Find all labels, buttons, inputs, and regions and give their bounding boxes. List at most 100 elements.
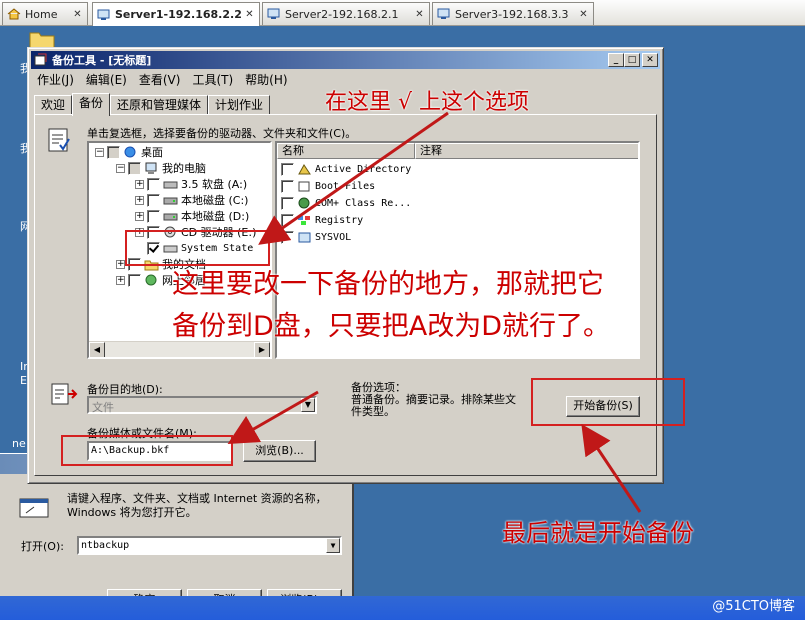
scroll-left-icon[interactable]: ◀ <box>89 342 105 357</box>
list-item[interactable]: Boot Files <box>281 178 375 194</box>
tab-server3[interactable]: Server3-192.168.3.3 ✕ <box>432 2 594 25</box>
tab-server1[interactable]: Server1-192.168.2.2 ✕ <box>92 2 260 26</box>
window-title: 备份工具 - [无标题] <box>52 54 152 67</box>
tree-node-c[interactable]: + 本地磁盘 (C:) <box>135 192 248 208</box>
run-description: 请键入程序、文件夹、文档或 Internet 资源的名称，Windows 将为您… <box>67 492 327 519</box>
menu-view[interactable]: 查看(V) <box>133 71 187 88</box>
computer-icon <box>145 162 157 174</box>
tree-checkbox[interactable] <box>107 145 120 159</box>
minimize-button[interactable]: _ <box>608 53 624 67</box>
list-item[interactable]: Active Directory <box>281 161 411 177</box>
tree-node-desktop[interactable]: − 桌面 <box>95 144 163 160</box>
window-titlebar[interactable]: 备份工具 - [无标题] _ □ ✕ <box>31 51 660 69</box>
vm-tab-strip: Home ✕ Server1-192.168.2.2 ✕ Server2-192… <box>0 0 805 26</box>
run-open-input[interactable]: ntbackup ▼ <box>77 536 342 555</box>
desktop-label: ne <box>12 437 26 450</box>
list-checkbox[interactable] <box>281 162 294 176</box>
tree-checkbox[interactable] <box>128 161 141 175</box>
annotation-bottom: 最后就是开始备份 <box>502 519 694 547</box>
tree-checkbox[interactable] <box>147 209 160 223</box>
instruction-text: 单击复选框，选择要备份的驱动器、文件夹和文件(C)。 <box>87 127 357 140</box>
vm-icon <box>97 9 110 20</box>
tab-server1-label: Server1-192.168.2.2 <box>115 8 242 21</box>
window-tabs: 欢迎 备份 还原和管理媒体 计划作业 <box>34 93 271 116</box>
tab-backup[interactable]: 备份 <box>72 93 111 116</box>
list-checkbox[interactable] <box>281 213 294 227</box>
tab-server2[interactable]: Server2-192.168.2.1 ✕ <box>262 2 430 25</box>
tree-checkbox[interactable] <box>128 273 141 287</box>
chevron-down-icon[interactable]: ▼ <box>301 398 315 412</box>
tree-label: 3.5 软盘 (A:) <box>181 178 248 191</box>
tab-home[interactable]: Home ✕ <box>2 2 88 25</box>
tree-label: 我的电脑 <box>162 162 206 175</box>
annotation-middle-1: 这里要改一下备份的地方，那就把它 <box>172 269 604 300</box>
system-state-highlight <box>125 230 270 266</box>
run-open-value: ntbackup <box>81 540 130 551</box>
tree-node-d[interactable]: + 本地磁盘 (D:) <box>135 208 249 224</box>
tree-node-my-computer[interactable]: − 我的电脑 <box>116 160 206 176</box>
list-item[interactable]: COM+ Class Re... <box>281 195 411 211</box>
close-icon[interactable]: ✕ <box>578 9 589 20</box>
list-item[interactable]: SYSVOL <box>281 229 351 245</box>
options-text: 普通备份。摘要记录。排除某些文件类型。 <box>351 393 516 418</box>
menu-tools[interactable]: 工具(T) <box>186 71 239 88</box>
list-item-label: Boot Files <box>315 180 376 192</box>
desktop-icon <box>124 146 136 157</box>
menu-help[interactable]: 帮助(H) <box>239 71 293 88</box>
list-checkbox[interactable] <box>281 196 294 210</box>
hard-disk-icon <box>163 213 178 220</box>
desktop-label: E <box>20 374 27 387</box>
browse-button[interactable]: 浏览(B)... <box>243 440 316 462</box>
tab-server3-label: Server3-192.168.3.3 <box>455 7 569 21</box>
tab-home-label: Home <box>25 7 58 21</box>
annotation-top: 在这里 √ 上这个选项 <box>325 90 530 115</box>
list-item-label: Registry <box>315 214 364 226</box>
expand-icon[interactable]: + <box>135 211 144 221</box>
chevron-down-icon[interactable]: ▼ <box>326 538 340 553</box>
annotation-middle-2: 备份到D盘，只要把A改为D就行了。 <box>172 311 611 342</box>
destination-label: 备份目的地(D): <box>87 383 163 396</box>
collapse-icon[interactable]: − <box>116 163 125 173</box>
home-icon <box>7 8 21 20</box>
collapse-icon[interactable]: − <box>95 147 104 157</box>
expand-icon[interactable]: + <box>135 179 144 189</box>
list-item-label: Active Directory <box>315 163 412 175</box>
tab-schedule[interactable]: 计划作业 <box>208 95 271 115</box>
expand-icon[interactable]: + <box>116 259 125 269</box>
maximize-button[interactable]: □ <box>624 53 640 67</box>
close-icon[interactable]: ✕ <box>414 9 425 20</box>
taskbar <box>0 596 805 620</box>
boot-files-icon <box>298 181 310 191</box>
tab-restore[interactable]: 还原和管理媒体 <box>110 95 209 115</box>
column-comment[interactable]: 注释 <box>415 143 638 159</box>
checklist-icon <box>48 128 70 152</box>
close-button[interactable]: ✕ <box>642 53 658 67</box>
list-checkbox[interactable] <box>281 230 294 244</box>
column-name[interactable]: 名称 <box>277 143 415 159</box>
open-label: 打开(O): <box>21 540 64 553</box>
vm-icon <box>437 8 450 19</box>
expand-icon[interactable]: + <box>135 195 144 205</box>
tree-checkbox[interactable] <box>147 193 160 207</box>
tab-welcome[interactable]: 欢迎 <box>34 95 73 115</box>
list-item-label: SYSVOL <box>315 231 352 243</box>
destination-icon <box>51 383 78 405</box>
expand-icon[interactable]: + <box>116 275 125 285</box>
active-directory-icon <box>298 163 311 174</box>
close-icon[interactable]: ✕ <box>72 9 83 20</box>
close-icon[interactable]: ✕ <box>244 9 255 20</box>
start-highlight <box>531 378 685 426</box>
watermark: @51CTO博客 <box>712 599 795 614</box>
destination-combo[interactable]: 文件 ▼ <box>87 396 317 414</box>
list-item[interactable]: Registry <box>281 212 363 228</box>
tree-label: 本地磁盘 (C:) <box>181 194 249 207</box>
menu-edit[interactable]: 编辑(E) <box>80 71 133 88</box>
tree-node-floppy[interactable]: + 3.5 软盘 (A:) <box>135 176 247 192</box>
backup-options: 备份选项： 普通备份。摘要记录。排除某些文件类型。 <box>351 382 521 418</box>
list-item-label: COM+ Class Re... <box>315 197 412 209</box>
list-checkbox[interactable] <box>281 179 294 193</box>
media-highlight <box>61 435 233 466</box>
registry-icon <box>298 215 310 225</box>
tree-checkbox[interactable] <box>147 177 160 191</box>
menu-job[interactable]: 作业(J) <box>31 71 80 88</box>
